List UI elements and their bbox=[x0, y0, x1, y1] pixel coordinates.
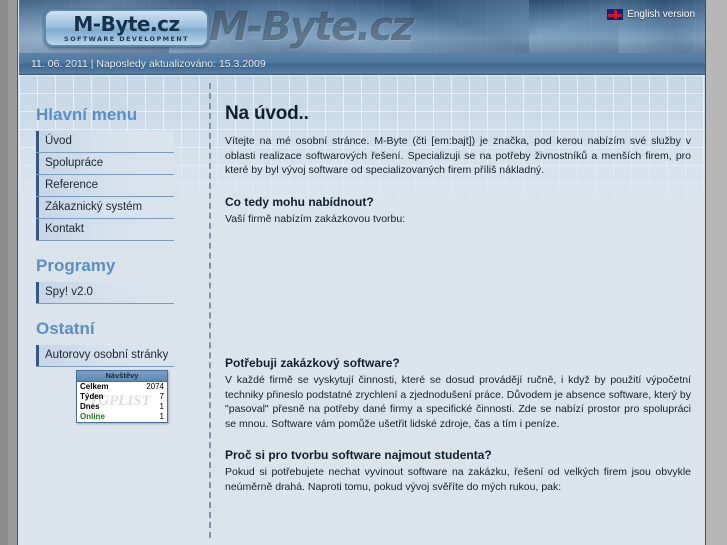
section-offer-heading: Co tedy mohu nabídnout? bbox=[225, 194, 374, 209]
sidebar-item-spy-v2[interactable]: Spy! v2.0 bbox=[36, 282, 174, 304]
section-student: Proč si pro tvorbu software najmout stud… bbox=[225, 448, 691, 494]
visitor-counter-body: TGPLIST Celkem 2074 Týden 7 Dnes 1 Onlin… bbox=[77, 382, 167, 422]
section-student-body: Pokud si potřebujete nechat vyvinout sof… bbox=[225, 466, 691, 493]
sidebar-item-spoluprace[interactable]: Spolupráce bbox=[36, 153, 174, 175]
site-logo-text: M-Byte.cz bbox=[73, 12, 180, 36]
visitor-counter-row-week: Týden 7 bbox=[77, 392, 167, 402]
date-status-bar: 11. 06. 2011 | Naposledy aktualizováno: … bbox=[19, 53, 705, 75]
visitor-counter-row-today: Dnes 1 bbox=[77, 402, 167, 412]
main-column: Na úvod.. Vítejte na mé osobní stránce. … bbox=[225, 75, 691, 494]
site-logo-subtitle: SOFTWARE DEVELOPMENT bbox=[64, 35, 189, 43]
counter-label-celkem: Celkem bbox=[80, 382, 109, 391]
site-logo[interactable]: M-Byte.cz SOFTWARE DEVELOPMENT bbox=[44, 9, 209, 47]
date-status-text: 11. 06. 2011 | Naposledy aktualizováno: … bbox=[31, 57, 266, 70]
sidebar-item-kontakt[interactable]: Kontakt bbox=[36, 219, 174, 241]
vertical-dashed-divider bbox=[209, 83, 211, 538]
sidebar-item-reference[interactable]: Reference bbox=[36, 175, 174, 197]
english-version-link[interactable]: English version bbox=[607, 9, 695, 20]
visitor-counter[interactable]: Návštěvy TGPLIST Celkem 2074 Týden 7 Dne… bbox=[76, 370, 168, 423]
sidebar-heading-ostatni: Ostatní bbox=[36, 319, 95, 338]
counter-value-tyden: 7 bbox=[159, 392, 164, 401]
section-need-body: V každé firmě se vyskytují činnosti, kte… bbox=[225, 374, 691, 430]
visitor-counter-row-online: Online 1 bbox=[77, 412, 167, 422]
sidebar-item-zakaznicky-system[interactable]: Zákaznický systém bbox=[36, 197, 174, 219]
sidebar-main-menu-list: Úvod Spolupráce Reference Zákaznický sys… bbox=[36, 131, 174, 241]
section-need-heading: Potřebuji zakázkový software? bbox=[225, 356, 400, 370]
counter-value-celkem: 2074 bbox=[146, 382, 164, 391]
site-header-banner: M-Byte.cz M-Byte.cz SOFTWARE DEVELOPMENT… bbox=[19, 0, 705, 53]
sidebar-ostatni-list: Autorovy osobní stránky bbox=[36, 345, 174, 367]
content-area: Hlavní menu Úvod Spolupráce Reference Zá… bbox=[19, 75, 705, 545]
sidebar-item-autorovy-osobni-stranky[interactable]: Autorovy osobní stránky bbox=[36, 345, 174, 367]
sidebar-heading-programy: Programy bbox=[36, 256, 116, 275]
section-offer: Co tedy mohu nabídnout? Vaší firmě nabíz… bbox=[225, 195, 691, 227]
english-version-label: English version bbox=[627, 9, 695, 20]
counter-label-tyden: Týden bbox=[80, 392, 104, 401]
page-title: Na úvod.. bbox=[225, 103, 309, 124]
counter-label-dnes: Dnes bbox=[80, 402, 100, 411]
section-offer-body: Vaší firmě nabízím zakázkovou tvorbu: bbox=[225, 212, 406, 225]
page-frame: M-Byte.cz M-Byte.cz SOFTWARE DEVELOPMENT… bbox=[0, 0, 727, 545]
section-need: Potřebuji zakázkový software? V každé fi… bbox=[225, 356, 691, 431]
uk-flag-icon bbox=[607, 9, 624, 20]
sidebar-item-uvod[interactable]: Úvod bbox=[36, 131, 174, 153]
sidebar: Hlavní menu Úvod Spolupráce Reference Zá… bbox=[19, 75, 191, 545]
counter-label-online: Online bbox=[80, 412, 105, 421]
counter-value-dnes: 1 bbox=[159, 402, 164, 411]
section-student-heading: Proč si pro tvorbu software najmout stud… bbox=[225, 448, 492, 462]
sidebar-heading-main-menu: Hlavní menu bbox=[36, 105, 138, 124]
visitor-counter-row-total: Celkem 2074 bbox=[77, 382, 167, 392]
sidebar-programy-list: Spy! v2.0 bbox=[36, 282, 174, 304]
intro-paragraph: Vítejte na mé osobní stránce. M-Byte (čt… bbox=[225, 135, 691, 176]
counter-value-online: 1 bbox=[159, 412, 164, 421]
banner-watermark-text: M-Byte.cz bbox=[209, 4, 414, 50]
visitor-counter-title: Návštěvy bbox=[77, 371, 167, 382]
